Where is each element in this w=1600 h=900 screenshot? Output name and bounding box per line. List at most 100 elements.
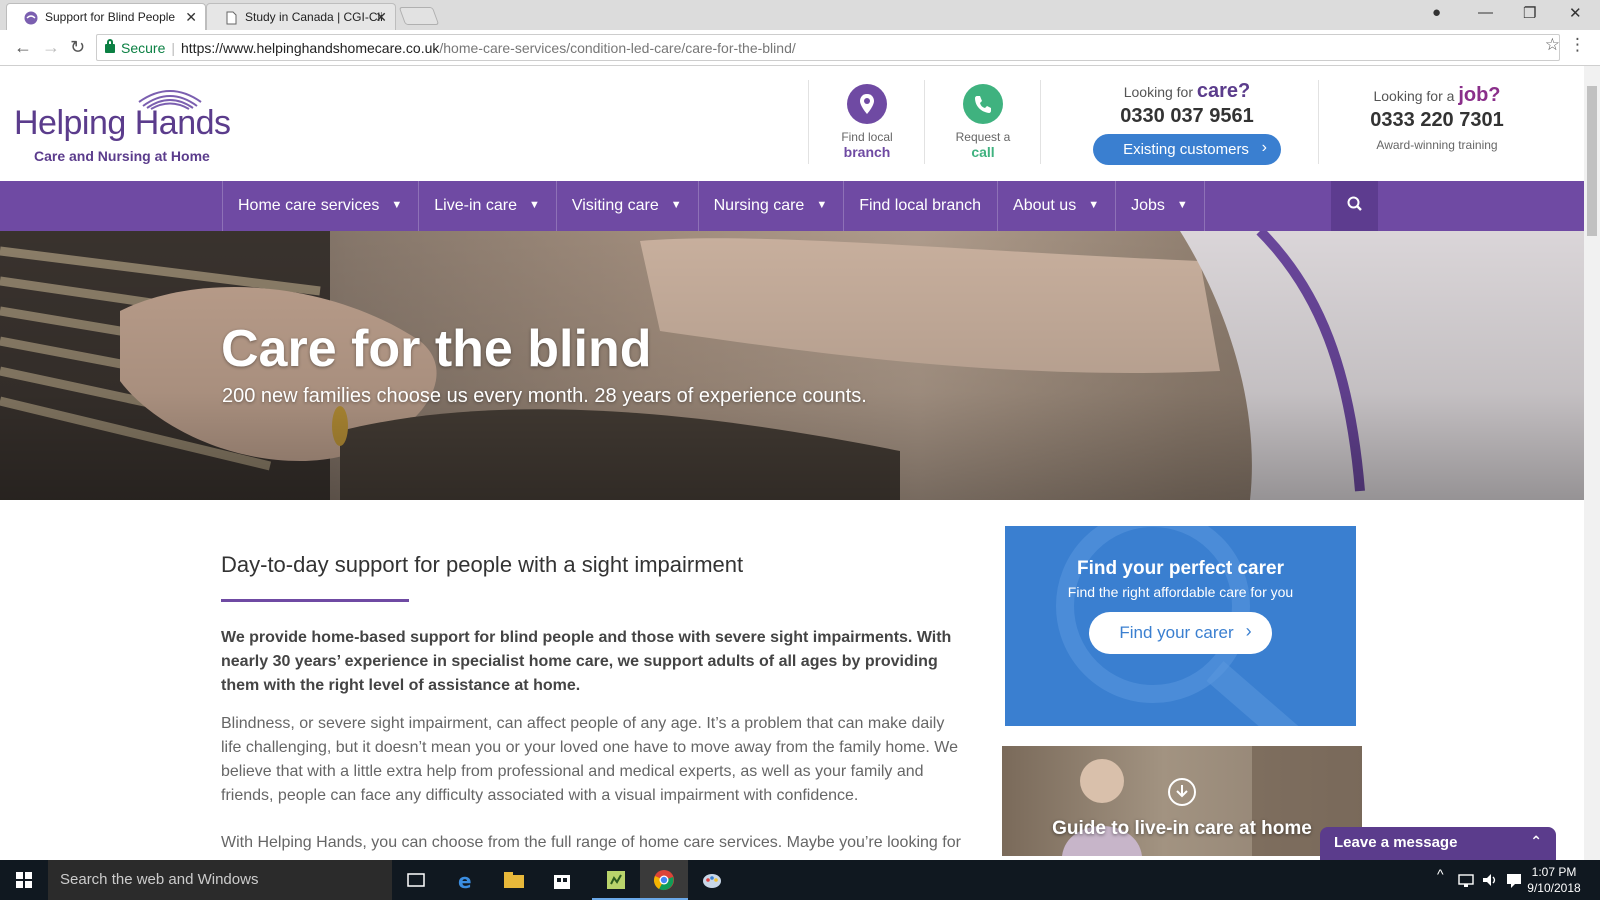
guide-title: Guide to live-in care at home	[1052, 818, 1312, 839]
hero-subtitle: 200 new families choose us every month. …	[222, 385, 867, 407]
header-divider	[1040, 80, 1041, 164]
tab-close-icon[interactable]: ✕	[375, 9, 387, 26]
windows-logo-icon	[16, 872, 32, 888]
care-prefix: Looking for	[1123, 84, 1193, 100]
chevron-right-icon: ›	[1245, 621, 1252, 641]
url-path: /home-care-services/condition-led-care/c…	[439, 40, 796, 56]
new-tab-button[interactable]	[398, 7, 440, 25]
lock-icon	[105, 39, 115, 53]
section-heading: Day-to-day support for people with a sig…	[221, 552, 744, 577]
find-branch-line1: Find local	[841, 130, 893, 144]
chat-label: Leave a message	[1334, 834, 1458, 851]
tray-expand-icon[interactable]: ^	[1437, 866, 1444, 882]
tab-close-icon[interactable]: ✕	[185, 9, 197, 26]
logo-title: Helping Hands	[14, 104, 231, 142]
close-window-button[interactable]: ✕	[1569, 4, 1582, 22]
chevron-down-icon: ▼	[816, 199, 828, 211]
header-divider	[924, 80, 925, 164]
site-header: Helping Hands Care and Nursing at Home F…	[0, 66, 1584, 181]
chevron-down-icon: ▼	[391, 199, 403, 211]
job-phone-number[interactable]: 0333 220 7301	[1342, 109, 1532, 132]
hero-banner: Care for the blind 200 new families choo…	[0, 231, 1584, 500]
intro-paragraph: We provide home-based support for blind …	[221, 629, 952, 694]
bookmark-star-icon[interactable]: ☆	[1545, 35, 1560, 55]
care-highlight: care?	[1196, 80, 1251, 102]
back-button[interactable]: ←	[14, 37, 32, 58]
carer-card-subtitle: Find the right affordable care for you	[1067, 584, 1294, 600]
find-your-carer-button[interactable]: Find your carer ›	[1089, 612, 1272, 654]
nav-label: Home care services	[238, 197, 380, 214]
url-host: https://www.helpinghandshomecare.co.uk	[181, 40, 440, 56]
find-carer-card: Find your perfect carer Find the right a…	[1005, 526, 1356, 726]
download-icon	[1168, 778, 1196, 806]
chevron-down-icon: ▼	[1176, 199, 1188, 211]
taskbar-clock[interactable]: 1:07 PM 9/10/2018	[1524, 864, 1584, 896]
start-button[interactable]	[0, 860, 48, 900]
taskbar-search-input[interactable]: Search the web and Windows	[48, 860, 392, 900]
file-explorer-icon[interactable]	[502, 868, 526, 892]
nav-visiting-care[interactable]: Visiting care ▼	[555, 181, 698, 231]
nav-label: Visiting care	[571, 197, 659, 214]
search-icon	[1347, 196, 1362, 211]
spreadsheet-app-icon[interactable]	[604, 868, 628, 892]
site-search-button[interactable]	[1331, 181, 1378, 231]
job-prefix: Looking for a	[1373, 88, 1455, 104]
existing-customers-label: Existing customers	[1123, 141, 1249, 158]
header-divider	[808, 80, 809, 164]
chevron-down-icon: ▼	[1088, 199, 1100, 211]
windows-taskbar: Search the web and Windows e ^ 1:07 PM 9…	[0, 860, 1600, 900]
notifications-icon[interactable]	[1504, 870, 1524, 890]
nav-find-local-branch[interactable]: Find local branch	[843, 181, 997, 231]
network-icon[interactable]	[1456, 870, 1476, 890]
care-contact-block: Looking for care? 0330 037 9561 Existing…	[1092, 80, 1282, 165]
tab-support-for-blind-people[interactable]: Support for Blind People ✕	[6, 3, 206, 30]
nav-about-us[interactable]: About us ▼	[997, 181, 1115, 231]
logo-subtitle: Care and Nursing at Home	[34, 148, 210, 164]
url-input[interactable]: Secure | https://www.helpinghandshomecare.…	[96, 34, 1560, 61]
find-branch-line2: branch	[843, 144, 891, 160]
forward-button[interactable]: →	[42, 37, 60, 58]
nav-live-in-care[interactable]: Live-in care ▼	[418, 181, 556, 231]
nav-jobs[interactable]: Jobs ▼	[1115, 181, 1205, 231]
nav-label: Live-in care	[434, 197, 517, 214]
existing-customers-button[interactable]: Existing customers ›	[1093, 134, 1281, 165]
browser-menu-icon[interactable]: ⋮	[1569, 35, 1586, 55]
nav-label: Jobs	[1131, 197, 1165, 214]
body-paragraph: Blindness, or severe sight impairment, c…	[221, 715, 958, 804]
care-phone-number[interactable]: 0330 037 9561	[1092, 105, 1282, 128]
find-local-branch-link[interactable]: Find local branch	[817, 84, 917, 160]
nav-home-care-services[interactable]: Home care services ▼	[222, 181, 418, 231]
job-highlight: job?	[1458, 84, 1501, 106]
browser-tab-bar: Support for Blind People ✕ Study in Cana…	[0, 0, 1600, 30]
volume-icon[interactable]	[1480, 870, 1500, 890]
request-call-line2: call	[971, 144, 995, 160]
minimize-button[interactable]: —	[1478, 4, 1493, 21]
map-pin-icon	[847, 84, 887, 124]
body-paragraph: With Helping Hands, you can choose from …	[221, 834, 961, 851]
heading-underline	[221, 599, 409, 602]
chevron-up-icon: ⌃	[1530, 833, 1542, 849]
tab-title: Support for Blind People	[45, 10, 176, 24]
store-icon[interactable]	[550, 868, 574, 892]
svg-text:e: e	[458, 869, 472, 892]
account-icon[interactable]: ●	[1432, 4, 1441, 21]
restore-button[interactable]: ❐	[1523, 4, 1536, 22]
secure-label: Secure	[121, 40, 166, 56]
task-view-icon[interactable]	[404, 868, 428, 892]
clock-time: 1:07 PM	[1531, 865, 1577, 879]
nav-nursing-care[interactable]: Nursing care ▼	[697, 181, 844, 231]
page-scrollbar[interactable]	[1584, 66, 1600, 860]
paint-app-icon[interactable]	[700, 868, 724, 892]
tab-study-in-canada[interactable]: Study in Canada | CGI-Cli ✕	[206, 3, 396, 30]
edge-browser-icon[interactable]: e	[454, 868, 478, 892]
live-in-care-guide-card[interactable]: Guide to live-in care at home	[1002, 746, 1362, 856]
leave-a-message-chat[interactable]: Leave a message ⌃	[1320, 827, 1556, 861]
request-call-link[interactable]: Request a call	[933, 84, 1033, 160]
nav-label: Find local branch	[859, 197, 982, 214]
nav-label: Nursing care	[713, 197, 805, 214]
find-carer-label: Find your carer	[1119, 623, 1234, 642]
scrollbar-thumb[interactable]	[1587, 86, 1597, 236]
chrome-browser-icon[interactable]	[652, 868, 676, 892]
phone-icon	[963, 84, 1003, 124]
reload-button[interactable]: ↻	[70, 37, 85, 58]
